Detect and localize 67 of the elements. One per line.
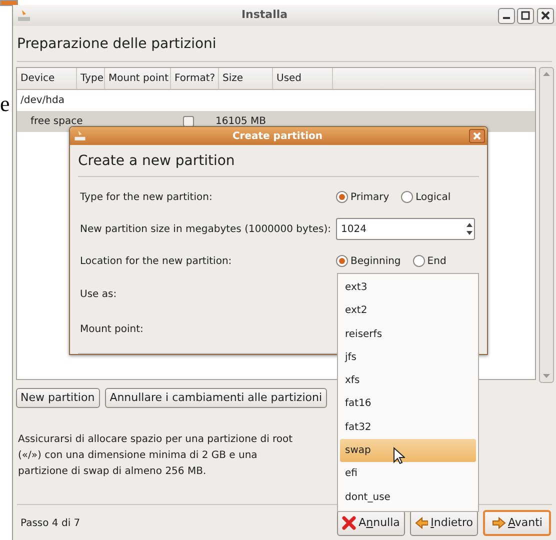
- radio-button[interactable]: [336, 191, 348, 203]
- step-indicator: Passo 4 di 7: [20, 516, 82, 530]
- maximize-icon: [521, 11, 530, 20]
- radio-option[interactable]: Primary: [336, 190, 390, 204]
- dropdown-item[interactable]: fat16: [340, 392, 476, 416]
- field-value: 1024: [341, 222, 366, 236]
- dropdown-item[interactable]: reiserfs: [340, 322, 476, 346]
- field-label: Type for the new partition:: [80, 190, 214, 204]
- discard-changes-button[interactable]: Annullare i cambiamenti alle partizioni: [104, 388, 328, 408]
- column-header[interactable]: Type: [76, 68, 104, 89]
- table-row[interactable]: /dev/hda: [16, 90, 535, 111]
- dialog-title: Create partition: [231, 130, 324, 144]
- column-header[interactable]: Size: [218, 68, 272, 89]
- close-button[interactable]: [536, 8, 554, 24]
- mouse-pointer-icon: [393, 447, 405, 465]
- radio-option[interactable]: End: [412, 254, 446, 268]
- scrollbar[interactable]: [538, 67, 554, 383]
- new-partition-button[interactable]: New partition: [16, 388, 100, 408]
- radio-label: Beginning: [350, 254, 401, 268]
- cancel-button[interactable]: Annulla: [337, 510, 405, 536]
- cancel-icon: [342, 516, 356, 530]
- background-text: e: [0, 92, 10, 116]
- checkbox[interactable]: [182, 116, 194, 127]
- field-label: Use as:: [80, 288, 118, 302]
- dropdown-item[interactable]: xfs: [340, 369, 476, 392]
- dropdown-item[interactable]: efi: [340, 462, 476, 486]
- dropdown-item[interactable]: fat32: [340, 416, 476, 440]
- field-label: Mount point:: [80, 323, 144, 337]
- app-icon: [16, 8, 32, 24]
- dialog-heading: Create a new partition: [77, 152, 236, 171]
- dropdown-item[interactable]: dont_use: [340, 486, 476, 509]
- column-header[interactable]: Used: [272, 68, 332, 89]
- dropdown-item[interactable]: swap: [340, 439, 476, 462]
- column-header[interactable]: Mount point: [104, 68, 170, 89]
- next-button[interactable]: Avanti: [483, 510, 551, 536]
- dropdown-item[interactable]: ext3: [340, 276, 476, 300]
- app-icon: [72, 129, 86, 143]
- window-title: Installa: [240, 7, 289, 24]
- table-cell-text: 16105 MB: [216, 115, 266, 129]
- dropdown-item[interactable]: jfs: [340, 346, 476, 370]
- radio-button[interactable]: [412, 255, 425, 267]
- radio-option[interactable]: Logical: [401, 190, 451, 204]
- dropdown-item[interactable]: ext2: [340, 299, 476, 323]
- close-icon: [472, 132, 480, 140]
- page-heading: Preparazione delle partizioni: [16, 35, 218, 54]
- size-field[interactable]: 1024: [336, 218, 475, 240]
- right-arrow-icon: [492, 516, 506, 530]
- field-label: New partition size in megabytes (1000000 bytes):: [80, 222, 332, 236]
- maximize-button[interactable]: [517, 8, 534, 24]
- column-header[interactable]: Format?: [170, 68, 218, 89]
- back-button[interactable]: Indietro: [410, 510, 478, 536]
- radio-label: Primary: [350, 190, 390, 204]
- radio-label: End: [427, 254, 446, 268]
- panel-icon[interactable]: [0, 0, 18, 6]
- field-label: Location for the new partition:: [80, 254, 233, 268]
- radio-label: Logical: [416, 190, 451, 204]
- minimize-button[interactable]: [498, 8, 514, 24]
- table-cell-text: /dev/hda: [20, 94, 64, 108]
- column-header[interactable]: Device: [16, 68, 76, 89]
- close-button[interactable]: [468, 129, 484, 143]
- close-icon: [540, 11, 550, 20]
- radio-button[interactable]: [401, 191, 414, 203]
- left-arrow-icon: [415, 516, 428, 530]
- radio-button[interactable]: [336, 255, 348, 267]
- info-text: Assicurarsi di allocare spazio per una partizione di root («/») con una dimensione minima di 2 GB e una partizione di swap di almeno 256 MB.: [17, 433, 294, 479]
- radio-option[interactable]: Beginning: [336, 254, 401, 268]
- table-cell-text: free space: [30, 115, 84, 129]
